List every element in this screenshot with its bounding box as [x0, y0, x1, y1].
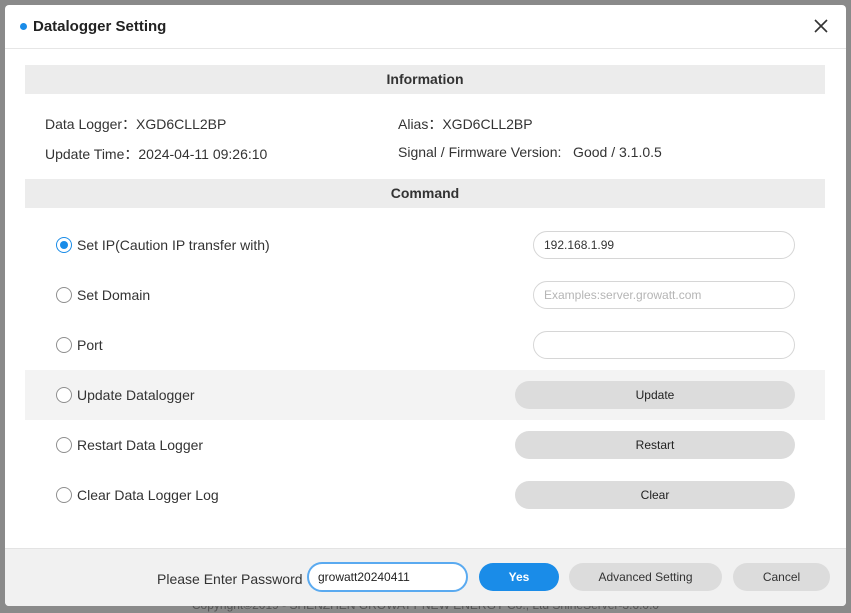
dialog-footer: Please Enter Password Yes Advanced Setti… [5, 548, 846, 606]
domain-input[interactable] [533, 281, 795, 309]
clear-log-row: Clear Data Logger Log Clear [25, 470, 825, 520]
data-logger-value: Data Logger：XGD6CLL2BP [45, 116, 227, 132]
yes-button[interactable]: Yes [479, 563, 559, 591]
set-ip-row: Set IP(Caution IP transfer with) [25, 220, 825, 270]
port-input[interactable] [533, 331, 795, 359]
password-label: Please Enter Password [157, 571, 303, 587]
clear-log-label: Clear Data Logger Log [77, 487, 219, 503]
signal-firmware-value: Signal / Firmware Version: Good / 3.1.0.… [398, 144, 662, 160]
set-domain-label: Set Domain [77, 287, 151, 303]
update-datalogger-row: Update Datalogger Update [25, 370, 825, 420]
port-row: Port [25, 320, 825, 370]
set-domain-row: Set Domain [25, 270, 825, 320]
restart-label: Restart Data Logger [77, 437, 204, 453]
set-ip-label: Set IP(Caution IP transfer with) [77, 237, 270, 253]
restart-radio[interactable] [56, 437, 72, 453]
restart-row: Restart Data Logger Restart [25, 420, 825, 470]
password-input[interactable] [307, 562, 468, 592]
advanced-setting-button[interactable]: Advanced Setting [569, 563, 722, 591]
information-heading: Information [25, 65, 825, 94]
clear-button[interactable]: Clear [515, 481, 795, 509]
set-domain-radio[interactable] [56, 287, 72, 303]
update-datalogger-radio[interactable] [56, 387, 72, 403]
dialog-header: Datalogger Setting [5, 5, 846, 49]
clear-log-radio[interactable] [56, 487, 72, 503]
update-button[interactable]: Update [515, 381, 795, 409]
restart-button[interactable]: Restart [515, 431, 795, 459]
alias-value: Alias：XGD6CLL2BP [398, 116, 533, 132]
update-datalogger-label: Update Datalogger [77, 387, 195, 403]
cancel-button[interactable]: Cancel [733, 563, 830, 591]
ip-input[interactable] [533, 231, 795, 259]
close-icon[interactable] [812, 17, 830, 35]
datalogger-setting-dialog: Datalogger Setting Information Data Logg… [5, 5, 846, 606]
port-label: Port [77, 337, 103, 353]
set-ip-radio[interactable] [56, 237, 72, 253]
port-radio[interactable] [56, 337, 72, 353]
dialog-title: Datalogger Setting [33, 18, 167, 35]
title-dot-icon [20, 23, 27, 30]
command-heading: Command [25, 179, 825, 208]
update-time-value: Update Time：2024-04-11 09:26:10 [45, 146, 268, 162]
